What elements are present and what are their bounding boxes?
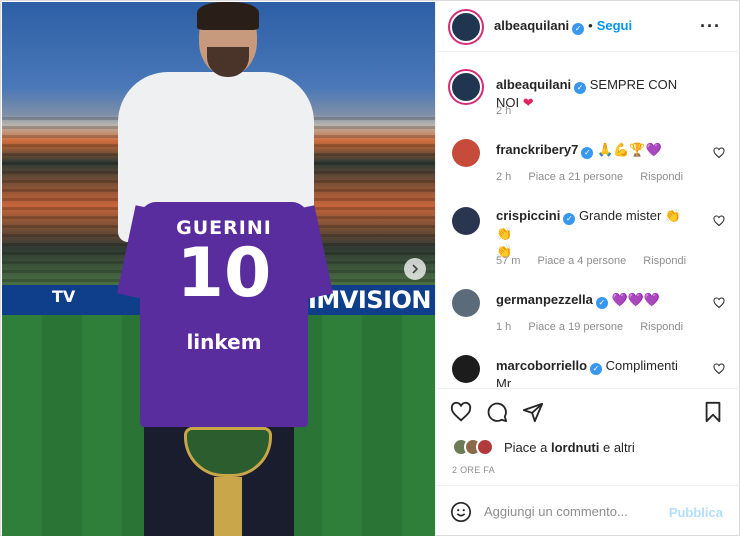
likes-prefix: Piace a bbox=[504, 440, 551, 455]
verified-badge-icon: ✓ bbox=[572, 23, 585, 35]
post-actions bbox=[436, 388, 740, 438]
comment-text-line: franckribery7 ✓ 🙏💪🏆💜 bbox=[496, 141, 696, 159]
post-sidebar: albeaquilani ✓ • Segui ··· albeaquilani ✓ SE… bbox=[435, 2, 740, 536]
comment-avatar[interactable] bbox=[452, 289, 480, 317]
comment-meta: 1 h Piace a 19 persone Rispondi bbox=[496, 321, 697, 333]
comment-username[interactable]: franckribery7 bbox=[496, 142, 578, 157]
post-timestamp[interactable]: 2 ORE FA bbox=[452, 465, 495, 475]
share-icon[interactable] bbox=[522, 401, 546, 425]
comment-meta: 57 m Piace a 4 persone Rispondi bbox=[496, 255, 700, 267]
banner-tv-logo: TV bbox=[52, 287, 76, 306]
ellipsis-icon[interactable]: ··· bbox=[700, 16, 721, 37]
caption-avatar[interactable] bbox=[450, 71, 482, 103]
verified-badge-icon: ✓ bbox=[574, 82, 587, 94]
post-header: albeaquilani ✓ • Segui ··· bbox=[436, 2, 740, 52]
comments-list[interactable]: albeaquilani ✓ SEMPRE CON NOI ❤ 2 h franc… bbox=[436, 53, 740, 387]
likes-summary: Piace a lordnuti e altri bbox=[436, 436, 740, 460]
like-comment-icon[interactable] bbox=[713, 363, 725, 378]
comment-time: 1 h bbox=[496, 321, 512, 333]
author-username[interactable]: albeaquilani bbox=[494, 18, 569, 33]
caption-time: 2 h bbox=[496, 105, 512, 117]
comment-text: 🙏💪🏆💜 bbox=[597, 142, 662, 157]
like-comment-icon[interactable] bbox=[713, 215, 725, 230]
comment-likes[interactable]: Piace a 19 persone bbox=[528, 321, 623, 333]
comment-text-line: crispiccini ✓ Grande mister 👏👏 👏 bbox=[496, 207, 696, 261]
reply-button[interactable]: Rispondi bbox=[640, 171, 683, 183]
publish-button[interactable]: Pubblica bbox=[669, 505, 723, 520]
caption-meta: 2 h bbox=[496, 105, 525, 117]
comment-avatar[interactable] bbox=[452, 207, 480, 235]
follow-button[interactable]: Segui bbox=[597, 18, 632, 33]
liker-username[interactable]: lordnuti bbox=[551, 440, 599, 455]
comment-icon[interactable] bbox=[486, 401, 510, 425]
trophy-cup bbox=[184, 427, 272, 477]
trophy-base bbox=[214, 477, 242, 536]
caption: albeaquilani ✓ SEMPRE CON NOI ❤ 2 h bbox=[436, 67, 740, 127]
liker-avatar bbox=[476, 438, 494, 456]
trophy bbox=[184, 427, 272, 536]
person-hair bbox=[197, 2, 259, 30]
jersey-number: 10 bbox=[176, 234, 272, 313]
reply-button[interactable]: Rispondi bbox=[643, 255, 686, 267]
likes-suffix[interactable]: e altri bbox=[599, 440, 635, 455]
verified-badge-icon: ✓ bbox=[563, 213, 576, 225]
comment-likes[interactable]: Piace a 21 persone bbox=[528, 171, 623, 183]
comment-item: marcoborriello✓ Complimenti Mr 👏 bbox=[436, 353, 740, 387]
comment-input[interactable] bbox=[484, 500, 664, 522]
heart-icon[interactable] bbox=[450, 401, 474, 425]
chevron-right-icon[interactable] bbox=[404, 258, 426, 280]
comment-item: franckribery7 ✓ 🙏💪🏆💜 2 h Piace a 21 perso… bbox=[436, 135, 740, 195]
verified-badge-icon: ✓ bbox=[590, 363, 603, 375]
comment-likes[interactable]: Piace a 4 persone bbox=[538, 255, 627, 267]
comment-item: crispiccini ✓ Grande mister 👏👏 👏 57 m Pia… bbox=[436, 203, 740, 275]
caption-username[interactable]: albeaquilani bbox=[496, 77, 571, 92]
author-avatar[interactable] bbox=[450, 11, 482, 43]
comment-text-line: germanpezzella ✓ 💜💜💜 bbox=[496, 291, 696, 309]
comment-avatar[interactable] bbox=[452, 139, 480, 167]
comment-item: germanpezzella ✓ 💜💜💜 1 h Piace a 19 perso… bbox=[436, 287, 740, 347]
caption-text-line: albeaquilani ✓ SEMPRE CON NOI ❤ bbox=[496, 76, 696, 112]
comment-username[interactable]: marcoborriello bbox=[496, 358, 587, 373]
liker-avatars[interactable] bbox=[452, 438, 502, 458]
likes-text: Piace a lordnuti e altri bbox=[504, 440, 635, 455]
post-photo[interactable]: TIMVISION TV GUERINI 10 linkem bbox=[2, 2, 435, 536]
comment-username[interactable]: germanpezzella bbox=[496, 292, 593, 307]
emoji-icon[interactable] bbox=[450, 501, 472, 526]
verified-badge-icon: ✓ bbox=[581, 147, 594, 159]
comment-meta: 2 h Piace a 21 persone Rispondi bbox=[496, 171, 697, 183]
like-comment-icon[interactable] bbox=[713, 297, 725, 312]
author-line: albeaquilani ✓ • Segui bbox=[494, 18, 632, 35]
comment-time: 57 m bbox=[496, 255, 521, 267]
reply-button[interactable]: Rispondi bbox=[640, 321, 683, 333]
add-comment-bar: Pubblica bbox=[436, 485, 740, 536]
jersey-sponsor: linkem bbox=[186, 330, 262, 354]
verified-badge-icon: ✓ bbox=[595, 297, 608, 309]
separator-dot: • bbox=[588, 18, 593, 33]
bookmark-icon[interactable] bbox=[702, 401, 726, 425]
comment-text-line: marcoborriello✓ Complimenti Mr 👏 bbox=[496, 357, 696, 387]
comment-avatar[interactable] bbox=[452, 355, 480, 383]
comment-time: 2 h bbox=[496, 171, 512, 183]
comment-username[interactable]: crispiccini bbox=[496, 208, 560, 223]
comment-text: 💜💜💜 bbox=[611, 292, 661, 307]
post-dialog: TIMVISION TV GUERINI 10 linkem albeaquil… bbox=[0, 0, 740, 536]
like-comment-icon[interactable] bbox=[713, 147, 725, 162]
